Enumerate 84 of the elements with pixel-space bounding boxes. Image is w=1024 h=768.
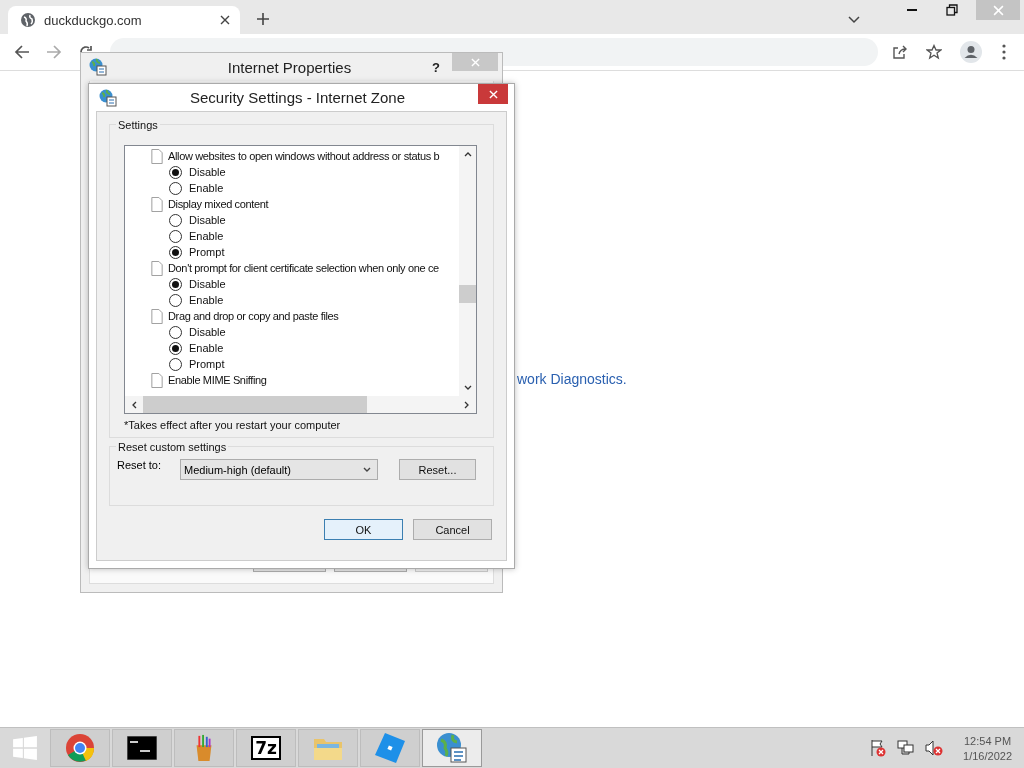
scroll-right-icon	[464, 400, 470, 409]
reset-button[interactable]: Reset...	[399, 459, 476, 480]
taskbar-app-button[interactable]	[112, 729, 172, 767]
network-diagnostics-link[interactable]: work Diagnostics.	[517, 371, 627, 387]
terminal-icon	[127, 736, 157, 760]
group-label: Settings	[116, 118, 160, 132]
scroll-down-icon	[463, 385, 472, 391]
dialog-title: Internet Properties	[226, 58, 353, 76]
clock-date: 1/16/2022	[963, 749, 1012, 762]
flag-error-icon[interactable]	[869, 739, 888, 757]
windows-logo-icon	[12, 735, 38, 761]
setting-label: Drag and drop or copy and paste files	[168, 310, 339, 322]
option-label: Enable	[189, 342, 224, 354]
archiver-logo: 7z	[251, 736, 281, 760]
option-label: Disable	[189, 214, 226, 226]
radio-button[interactable]	[169, 245, 182, 259]
document-icon	[151, 196, 163, 212]
tab-title: duckduckgo.com	[44, 12, 143, 28]
radio-button[interactable]	[169, 165, 182, 179]
globe-icon	[20, 12, 36, 28]
radio-button[interactable]	[169, 277, 182, 291]
close-icon	[470, 57, 480, 67]
document-icon	[151, 260, 163, 276]
group-label: Reset custom settings	[116, 440, 229, 454]
restore-icon[interactable]	[946, 4, 958, 16]
globe-settings-icon	[89, 58, 107, 76]
browser-tab[interactable]: duckduckgo.com	[8, 6, 240, 34]
clock-time: 12:54 PM	[964, 734, 1012, 747]
option-label: Enable	[189, 294, 224, 306]
option-label: Enable	[189, 182, 224, 194]
vertical-scrollbar[interactable]	[459, 146, 476, 396]
setting-label: Display mixed content	[168, 198, 269, 210]
new-tab-icon[interactable]	[256, 12, 270, 26]
radio-button[interactable]	[169, 341, 182, 355]
scrollbar-thumb[interactable]	[143, 396, 367, 413]
option-label: Disable	[189, 278, 226, 290]
caret-icon	[363, 466, 371, 473]
horizontal-scrollbar[interactable]	[125, 396, 476, 413]
close-icon[interactable]	[220, 15, 230, 25]
document-icon	[151, 148, 163, 164]
square-logo-icon	[374, 732, 406, 764]
document-icon	[151, 308, 163, 324]
chevron-down-icon[interactable]	[848, 16, 860, 24]
option-label: Prompt	[189, 246, 225, 258]
radio-button[interactable]	[169, 325, 182, 339]
scroll-up-icon	[463, 151, 472, 157]
setting-label: Allow websites to open windows without address or status b	[168, 150, 440, 162]
radio-button[interactable]	[169, 293, 182, 307]
option-label: Enable	[189, 230, 224, 242]
share-icon[interactable]	[892, 44, 908, 60]
dialog-button[interactable]: OK	[324, 519, 403, 540]
reset-level-dropdown[interactable]: Medium-high (default)	[180, 459, 378, 480]
dialog-title: Security Settings - Internet Zone	[188, 89, 407, 106]
profile-icon[interactable]	[960, 41, 982, 63]
restart-note: *Takes effect after you restart your computer	[124, 419, 342, 431]
help-button[interactable]: ?	[432, 59, 440, 75]
settings-list[interactable]	[124, 145, 477, 414]
reset-to-label: Reset to:	[117, 459, 163, 471]
option-label: Disable	[189, 166, 226, 178]
radio-button[interactable]	[169, 229, 182, 243]
colored-circle-logo-icon	[65, 733, 95, 763]
menu-icon[interactable]	[1002, 44, 1006, 60]
option-label: Disable	[189, 326, 226, 338]
radio-button[interactable]	[169, 181, 182, 195]
speaker-muted-icon[interactable]	[925, 739, 944, 757]
radio-button[interactable]	[169, 357, 182, 371]
taskbar-app-button[interactable]: 7z	[236, 729, 296, 767]
globe-settings-icon	[436, 732, 468, 764]
scrollbar-thumb[interactable]	[459, 285, 476, 303]
radio-button[interactable]	[169, 213, 182, 227]
document-icon	[151, 372, 163, 388]
dialog-button[interactable]: Cancel	[413, 519, 492, 540]
option-label: Prompt	[189, 358, 225, 370]
close-icon	[488, 89, 498, 99]
setting-label: Don't prompt for client certificate selection when only one ce	[168, 262, 439, 274]
back-arrow-icon[interactable]	[14, 44, 30, 60]
globe-settings-icon	[99, 88, 117, 107]
setting-label: Enable MIME Sniffing	[168, 374, 267, 386]
star-icon[interactable]	[926, 44, 942, 60]
network-icon[interactable]	[897, 739, 916, 757]
close-button[interactable]	[478, 84, 508, 104]
scroll-left-icon	[131, 400, 137, 409]
close-icon	[992, 4, 1004, 16]
minimize-icon[interactable]	[906, 8, 918, 12]
